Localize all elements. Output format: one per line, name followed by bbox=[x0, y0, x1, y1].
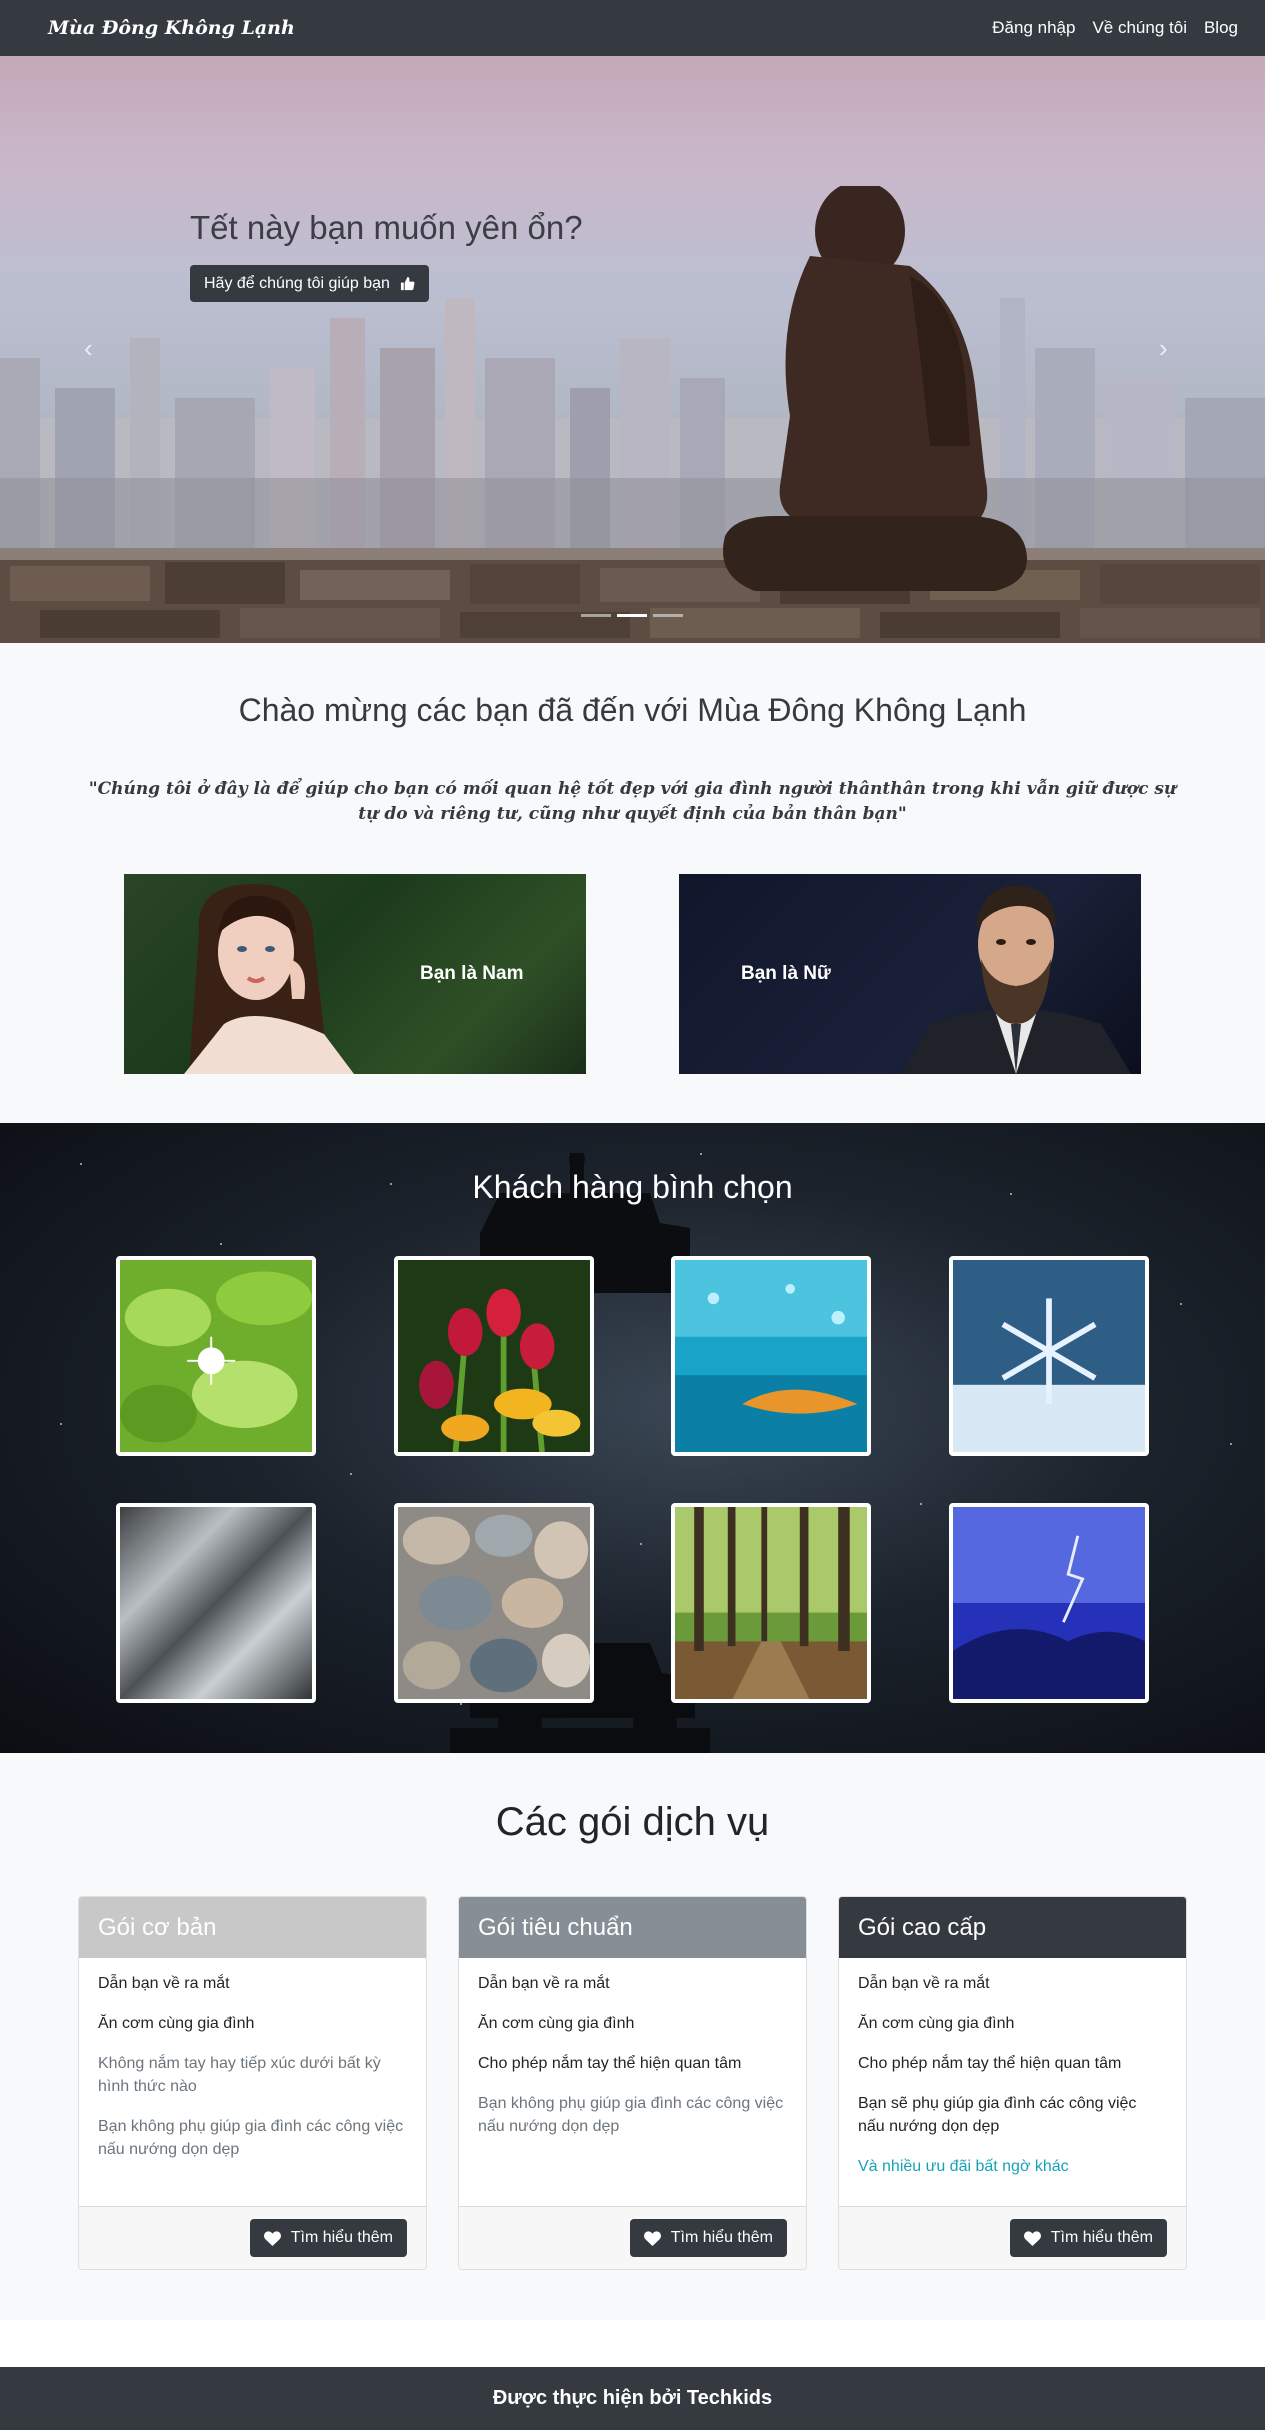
stone-wall-image bbox=[0, 548, 1265, 643]
female-card-label: Bạn là Nữ bbox=[741, 963, 831, 984]
package-card-header: Gói cao cấp bbox=[839, 1897, 1186, 1958]
hero-title: Tết này bạn muốn yên ổn? bbox=[190, 209, 583, 246]
heart-icon bbox=[1023, 2230, 1041, 2246]
nav-link-blog[interactable]: Blog bbox=[1204, 18, 1238, 38]
package-card-body: Dẫn bạn về ra mắt Ăn cơm cùng gia đình K… bbox=[79, 1958, 426, 2207]
city-skyline-image bbox=[0, 298, 1265, 548]
learn-more-label: Tìm hiểu thêm bbox=[1050, 2229, 1153, 2246]
learn-more-button[interactable]: Tìm hiểu thêm bbox=[1009, 2219, 1167, 2257]
package-feature: Bạn sẽ phụ giúp gia đình các công việc n… bbox=[858, 2095, 1137, 2135]
package-card-footer: Tìm hiểu thêm bbox=[839, 2206, 1186, 2269]
package-feature: Ăn cơm cùng gia đình bbox=[478, 2015, 635, 2032]
man-portrait-image bbox=[901, 885, 1131, 1074]
votes-title: Khách hàng bình chọn bbox=[472, 1169, 793, 1205]
carousel-indicator-active[interactable] bbox=[617, 614, 647, 617]
gallery-image-brushed-metal[interactable] bbox=[116, 1503, 316, 1703]
gallery-image-water-leaf[interactable] bbox=[671, 1256, 871, 1456]
package-card-footer: Tìm hiểu thêm bbox=[79, 2206, 426, 2269]
heart-icon bbox=[643, 2230, 661, 2246]
package-feature: Dẫn bạn về ra mắt bbox=[98, 1975, 230, 1992]
services-title: Các gói dịch vụ bbox=[495, 1800, 770, 1844]
hero-help-button[interactable]: Hãy để chúng tôi giúp bạn bbox=[190, 265, 429, 302]
package-card-standard: Gói tiêu chuẩn Dẫn bạn về ra mắt Ăn cơm … bbox=[458, 1896, 807, 2270]
package-card-body: Dẫn bạn về ra mắt Ăn cơm cùng gia đình C… bbox=[459, 1958, 806, 2207]
navbar: Mùa Đông Không Lạnh Đăng nhập Về chúng t… bbox=[0, 0, 1265, 56]
package-feature-extra[interactable]: Và nhiều ưu đãi bất ngờ khác bbox=[858, 2155, 1167, 2178]
package-card-footer: Tìm hiểu thêm bbox=[459, 2206, 806, 2269]
package-feature: Dẫn bạn về ra mắt bbox=[478, 1975, 610, 1992]
heart-icon bbox=[263, 2230, 281, 2246]
hero-caption: Tết này bạn muốn yên ổn? Hãy để chúng tô… bbox=[190, 209, 583, 302]
section-spacer bbox=[0, 2320, 1265, 2367]
package-feature: Ăn cơm cùng gia đình bbox=[858, 2015, 1015, 2032]
welcome-section: Chào mừng các bạn đã đến với Mùa Đông Kh… bbox=[0, 643, 1265, 1123]
package-card-basic: Gói cơ bản Dẫn bạn về ra mắt Ăn cơm cùng… bbox=[78, 1896, 427, 2270]
footer-text: Được thực hiện bởi Techkids bbox=[492, 2387, 773, 2409]
female-card[interactable]: Bạn là Nữ bbox=[679, 874, 1141, 1074]
package-feature: Không nắm tay hay tiếp xúc dưới bất kỳ h… bbox=[98, 2055, 381, 2095]
package-card-body: Dẫn bạn về ra mắt Ăn cơm cùng gia đình C… bbox=[839, 1958, 1186, 2207]
package-feature: Cho phép nắm tay thể hiện quan tâm bbox=[478, 2055, 742, 2072]
package-card-header: Gói tiêu chuẩn bbox=[459, 1897, 806, 1958]
package-card-premium: Gói cao cấp Dẫn bạn về ra mắt Ăn cơm cùn… bbox=[838, 1896, 1187, 2270]
welcome-title: Chào mừng các bạn đã đến với Mùa Đông Kh… bbox=[238, 692, 1027, 728]
package-feature: Cho phép nắm tay thể hiện quan tâm bbox=[858, 2055, 1122, 2072]
woman-portrait-image bbox=[184, 884, 354, 1074]
package-feature: Dẫn bạn về ra mắt bbox=[858, 1975, 990, 1992]
welcome-quote: "Chúng tôi ở đây là để giúp cho bạn có m… bbox=[88, 779, 1177, 824]
package-feature: Ăn cơm cùng gia đình bbox=[98, 2015, 255, 2032]
carousel-next-icon[interactable]: › bbox=[1159, 335, 1179, 361]
male-card[interactable]: Bạn là Nam bbox=[124, 874, 586, 1074]
customer-votes-section: Khách hàng bình chọn bbox=[0, 1123, 1265, 1753]
nav-links: Đăng nhập Về chúng tôi Blog bbox=[992, 18, 1238, 38]
nav-link-about[interactable]: Về chúng tôi bbox=[1092, 18, 1187, 38]
brand-logo[interactable]: Mùa Đông Không Lạnh bbox=[48, 17, 295, 39]
gallery-image-snowflake[interactable] bbox=[949, 1256, 1149, 1456]
package-feature: Bạn không phụ giúp gia đình các công việ… bbox=[98, 2118, 404, 2158]
learn-more-label: Tìm hiểu thêm bbox=[290, 2229, 393, 2246]
carousel-indicator[interactable] bbox=[653, 614, 683, 617]
gallery-image-forest-path[interactable] bbox=[671, 1503, 871, 1703]
carousel-indicators bbox=[581, 614, 683, 617]
gallery-image-tulips[interactable] bbox=[394, 1256, 594, 1456]
hero-carousel: Tết này bạn muốn yên ổn? Hãy để chúng tô… bbox=[0, 56, 1265, 643]
gallery-image-lightning[interactable] bbox=[949, 1503, 1149, 1703]
footer: Được thực hiện bởi Techkids bbox=[0, 2367, 1265, 2430]
learn-more-button[interactable]: Tìm hiểu thêm bbox=[249, 2219, 407, 2257]
nav-link-login[interactable]: Đăng nhập bbox=[992, 18, 1075, 38]
gallery-image-green-leaves[interactable] bbox=[116, 1256, 316, 1456]
male-card-label: Bạn là Nam bbox=[420, 963, 524, 984]
carousel-prev-icon[interactable]: ‹ bbox=[84, 335, 104, 361]
gallery-image-pebbles[interactable] bbox=[394, 1503, 594, 1703]
package-feature: Bạn không phụ giúp gia đình các công việ… bbox=[478, 2095, 784, 2135]
learn-more-button[interactable]: Tìm hiểu thêm bbox=[629, 2219, 787, 2257]
learn-more-label: Tìm hiểu thêm bbox=[670, 2229, 773, 2246]
services-section: Các gói dịch vụ Gói cơ bản Dẫn bạn về ra… bbox=[0, 1753, 1265, 2320]
thumbs-up-icon bbox=[400, 276, 415, 291]
carousel-indicator[interactable] bbox=[581, 614, 611, 617]
hooded-person-image bbox=[723, 186, 1027, 591]
package-card-header: Gói cơ bản bbox=[79, 1897, 426, 1958]
hero-help-button-label: Hãy để chúng tôi giúp bạn bbox=[204, 274, 390, 292]
